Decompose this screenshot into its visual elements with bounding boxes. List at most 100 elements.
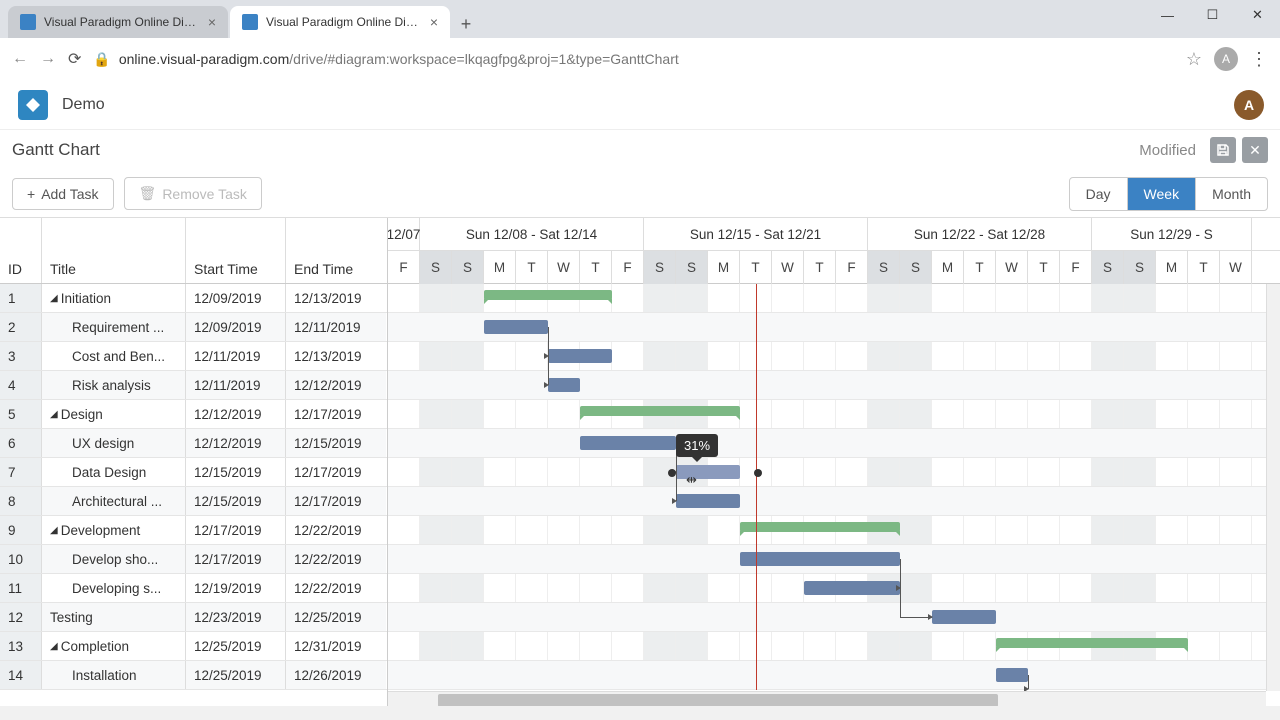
cell-start[interactable]: 12/11/2019 [186, 371, 286, 399]
table-row[interactable]: 4Risk analysis12/11/201912/12/2019 [0, 371, 387, 400]
task-bar[interactable] [484, 320, 548, 334]
user-avatar[interactable]: A [1234, 90, 1264, 120]
table-row[interactable]: 14Installation12/25/201912/26/2019 [0, 661, 387, 690]
task-bar[interactable] [676, 465, 740, 479]
cell-end[interactable]: 12/17/2019 [286, 487, 386, 515]
timeline-row[interactable] [388, 400, 1280, 429]
close-icon[interactable]: × [430, 14, 438, 30]
cell-end[interactable]: 12/11/2019 [286, 313, 386, 341]
cell-title[interactable]: Requirement ... [42, 313, 186, 341]
cell-end[interactable]: 12/22/2019 [286, 545, 386, 573]
add-task-button[interactable]: + Add Task [12, 178, 114, 210]
task-bar[interactable] [548, 349, 612, 363]
cell-start[interactable]: 12/17/2019 [186, 516, 286, 544]
cell-end[interactable]: 12/22/2019 [286, 516, 386, 544]
cell-start[interactable]: 12/09/2019 [186, 313, 286, 341]
browser-tab[interactable]: Visual Paradigm Online Diagram × [8, 6, 228, 38]
timeline-row[interactable] [388, 429, 1280, 458]
table-row[interactable]: 13◢Completion12/25/201912/31/2019 [0, 632, 387, 661]
table-row[interactable]: 12Testing12/23/201912/25/2019 [0, 603, 387, 632]
cell-title[interactable]: Risk analysis [42, 371, 186, 399]
task-bar[interactable] [740, 552, 900, 566]
more-icon[interactable]: ⋮ [1250, 49, 1268, 70]
table-row[interactable]: 7Data Design12/15/201912/17/2019 [0, 458, 387, 487]
cell-start[interactable]: 12/09/2019 [186, 284, 286, 312]
col-start[interactable]: Start Time [186, 218, 286, 283]
cell-end[interactable]: 12/13/2019 [286, 342, 386, 370]
table-row[interactable]: 11Developing s...12/19/201912/22/2019 [0, 574, 387, 603]
timeline-row[interactable] [388, 371, 1280, 400]
cell-title[interactable]: Developing s... [42, 574, 186, 602]
table-row[interactable]: 2Requirement ...12/09/201912/11/2019 [0, 313, 387, 342]
table-row[interactable]: 10Develop sho...12/17/201912/22/2019 [0, 545, 387, 574]
cell-end[interactable]: 12/17/2019 [286, 400, 386, 428]
timeline-row[interactable] [388, 487, 1280, 516]
table-row[interactable]: 1◢Initiation12/09/201912/13/2019 [0, 284, 387, 313]
summary-bar[interactable] [580, 406, 740, 416]
close-window-button[interactable]: ✕ [1235, 0, 1280, 30]
cell-title[interactable]: ◢Development [42, 516, 186, 544]
cell-title[interactable]: ◢Completion [42, 632, 186, 660]
cell-title[interactable]: ◢Design [42, 400, 186, 428]
forward-button[interactable]: → [40, 50, 56, 68]
cell-title[interactable]: UX design [42, 429, 186, 457]
cell-start[interactable]: 12/15/2019 [186, 487, 286, 515]
cell-start[interactable]: 12/19/2019 [186, 574, 286, 602]
remove-task-button[interactable]: 🗑 Remove Task [124, 177, 262, 210]
reload-button[interactable]: ⟳ [68, 49, 81, 69]
timeline-row[interactable] [388, 661, 1280, 690]
col-id[interactable]: ID [0, 218, 42, 283]
timeline-row[interactable] [388, 458, 1280, 487]
table-row[interactable]: 5◢Design12/12/201912/17/2019 [0, 400, 387, 429]
bookmark-icon[interactable]: ☆ [1186, 49, 1202, 70]
cell-title[interactable]: ◢Initiation [42, 284, 186, 312]
summary-bar[interactable] [740, 522, 900, 532]
view-week-button[interactable]: Week [1128, 178, 1197, 210]
drag-handle[interactable] [668, 469, 676, 477]
cell-start[interactable]: 12/11/2019 [186, 342, 286, 370]
summary-bar[interactable] [484, 290, 612, 300]
table-row[interactable]: 6UX design12/12/201912/15/2019 [0, 429, 387, 458]
cell-title[interactable]: Installation [42, 661, 186, 689]
maximize-button[interactable]: ☐ [1190, 0, 1235, 30]
vertical-scrollbar[interactable] [1266, 284, 1280, 691]
cell-start[interactable]: 12/12/2019 [186, 400, 286, 428]
cell-end[interactable]: 12/15/2019 [286, 429, 386, 457]
address-bar[interactable]: 🔒 online.visual-paradigm.com/drive/#diag… [93, 51, 1173, 68]
view-day-button[interactable]: Day [1070, 178, 1128, 210]
cell-title[interactable]: Testing [42, 603, 186, 631]
profile-avatar[interactable]: A [1214, 47, 1238, 71]
view-month-button[interactable]: Month [1196, 178, 1267, 210]
task-bar[interactable] [548, 378, 580, 392]
save-button[interactable] [1210, 137, 1236, 163]
browser-tab-active[interactable]: Visual Paradigm Online Diagram × [230, 6, 450, 38]
col-end[interactable]: End Time [286, 218, 386, 283]
task-bar[interactable] [580, 436, 676, 450]
cell-start[interactable]: 12/25/2019 [186, 632, 286, 660]
close-document-button[interactable]: ✕ [1242, 137, 1268, 163]
cell-end[interactable]: 12/13/2019 [286, 284, 386, 312]
back-button[interactable]: ← [12, 50, 28, 68]
cell-title[interactable]: Data Design [42, 458, 186, 486]
cell-start[interactable]: 12/15/2019 [186, 458, 286, 486]
cell-start[interactable]: 12/25/2019 [186, 661, 286, 689]
cell-end[interactable]: 12/17/2019 [286, 458, 386, 486]
new-tab-button[interactable]: + [452, 10, 480, 38]
cell-start[interactable]: 12/23/2019 [186, 603, 286, 631]
timeline-row[interactable] [388, 603, 1280, 632]
task-bar[interactable] [932, 610, 996, 624]
close-icon[interactable]: × [208, 14, 216, 30]
cell-title[interactable]: Develop sho... [42, 545, 186, 573]
cell-end[interactable]: 12/31/2019 [286, 632, 386, 660]
table-row[interactable]: 3Cost and Ben...12/11/201912/13/2019 [0, 342, 387, 371]
cell-title[interactable]: Cost and Ben... [42, 342, 186, 370]
table-row[interactable]: 8Architectural ...12/15/201912/17/2019 [0, 487, 387, 516]
task-bar[interactable] [996, 668, 1028, 682]
window-scrollbar[interactable] [0, 706, 1280, 720]
cell-end[interactable]: 12/22/2019 [286, 574, 386, 602]
minimize-button[interactable]: — [1145, 0, 1190, 30]
cell-start[interactable]: 12/17/2019 [186, 545, 286, 573]
col-title[interactable]: Title [42, 218, 186, 283]
cell-title[interactable]: Architectural ... [42, 487, 186, 515]
cell-start[interactable]: 12/12/2019 [186, 429, 286, 457]
